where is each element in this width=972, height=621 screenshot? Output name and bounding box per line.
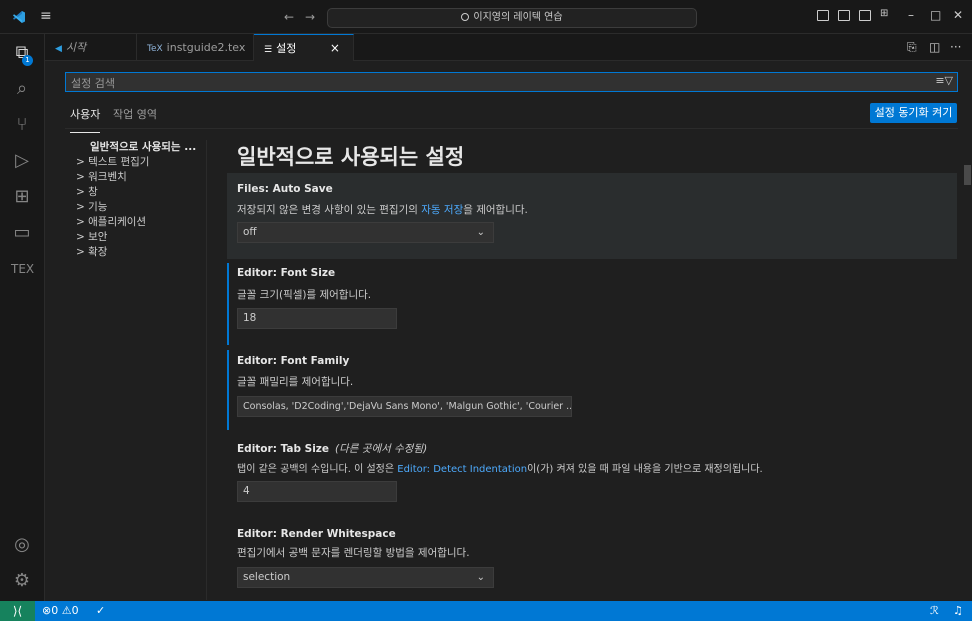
setting-font-size: Editor: Font Size 글꼴 크기(픽셀)를 제어합니다. 18 [227,263,957,345]
maximize-icon[interactable]: □ [930,8,941,22]
scrollbar-thumb[interactable] [964,165,971,185]
search-icon [461,13,470,21]
font-size-input[interactable]: 18 [237,308,397,329]
close-tab-icon[interactable]: × [330,41,340,55]
split-editor-icon[interactable]: ◫ [929,40,940,54]
warning-icon: ⚠ [61,604,72,617]
activity-bar: ⧉ 1 ⌕ ⑂ ▷ ⊞ ▭ TEX ◎ ⚙ [0,34,45,601]
toc-item-text-editor[interactable]: > 텍스트 편집기 [70,155,205,170]
setting-description: 탭이 같은 공백의 수입니다. 이 설정은 Editor: Detect Ind… [237,464,763,475]
render-whitespace-select[interactable]: selection ⌄ [237,567,494,588]
settings-file-icon: ☰ [264,45,273,55]
detect-indentation-link[interactable]: Editor: Detect Indentation [397,464,527,475]
setting-auto-save: Files: Auto Save 저장되지 않은 변경 사항이 있는 편집기의 … [227,173,957,259]
vscode-logo-icon: ◀ [55,44,62,54]
scope-divider [65,128,958,129]
remote-indicator-icon[interactable]: ⟩⟨ [0,601,35,621]
modified-elsewhere-note[interactable]: (다른 곳에서 수정됨) [335,443,427,455]
settings-sync-button[interactable]: 설정 동기화 켜기 [870,103,957,123]
menu-icon[interactable]: ≡ [40,8,52,24]
toggle-panel-icon[interactable] [838,10,850,21]
run-debug-icon[interactable]: ▷ [11,150,33,172]
toggle-secondary-sidebar-icon[interactable] [859,10,871,21]
tab-instguide2[interactable]: TeXinstguide2.tex ● [137,34,254,83]
title-bar: ≡ ← → 이지영의 레이텍 연습 ⊞ – □ ✕ [0,0,972,34]
tab-workspace-scope[interactable]: 작업 영역 [113,106,157,122]
accounts-live-icon[interactable]: ℛ [930,604,939,617]
editor-tab-bar: ◀시작 TeXinstguide2.tex ● ☰설정 × ⎘ ◫ ··· [45,34,972,83]
setting-render-whitespace: Editor: Render Whitespace 편집기에서 공백 문자를 렌… [227,524,957,594]
tex-file-icon: TeX [147,44,163,54]
toc-item-workbench[interactable]: > 워크벤치 [70,170,205,185]
command-center-search[interactable]: 이지영의 레이텍 연습 [327,8,697,28]
setting-tab-size: Editor: Tab Size (다른 곳에서 수정됨) 탭이 같은 공백의 수… [227,437,957,507]
toc-divider [206,140,207,600]
toc-item-common[interactable]: 일반적으로 사용되는 ... [70,140,205,155]
setting-title: Editor: Tab Size (다른 곳에서 수정됨) [237,443,428,455]
check-icon[interactable]: ✓ [96,604,105,617]
open-settings-json-icon[interactable]: ⎘ [907,40,917,55]
close-window-icon[interactable]: ✕ [953,8,963,22]
problems-status[interactable]: ⊗0 ⚠0 [42,604,79,617]
settings-toc: 일반적으로 사용되는 ... > 텍스트 편집기 > 워크벤치 > 창 > 기능… [70,140,205,260]
extensions-icon[interactable]: ⊞ [11,186,33,208]
setting-description: 글꼴 패밀리를 제어합니다. [237,376,354,388]
tab-size-input[interactable]: 4 [237,481,397,502]
notifications-icon[interactable]: ♫ [953,604,963,617]
toc-item-security[interactable]: > 보안 [70,230,205,245]
setting-title: Editor: Font Family [237,355,350,367]
setting-description: 저장되지 않은 변경 사항이 있는 편집기의 자동 저장을 제어합니다. [237,204,528,216]
back-arrow-icon[interactable]: ← [284,10,294,24]
status-bar: ⟩⟨ ⊗0 ⚠0 ✓ ℛ ♫ [0,601,972,621]
setting-description: 편집기에서 공백 문자를 렌더링할 방법을 제어합니다. [237,547,470,559]
tab-settings[interactable]: ☰ 설정 × [254,34,354,61]
chevron-down-icon: ⌄ [476,227,485,238]
auto-save-link[interactable]: 자동 저장 [421,204,463,216]
setting-font-family: Editor: Font Family 글꼴 패밀리를 제어합니다. Conso… [227,350,957,430]
modified-indicator [227,350,229,430]
setting-title: Editor: Render Whitespace [237,528,396,540]
customize-layout-icon[interactable]: ⊞ [880,8,888,19]
vscode-logo-icon [13,11,25,23]
account-icon[interactable]: ◎ [11,534,33,556]
error-icon: ⊗ [42,604,52,617]
forward-arrow-icon[interactable]: → [305,10,315,24]
tab-welcome[interactable]: ◀ 시작 [45,34,137,61]
setting-title: Editor: Font Size [237,267,336,279]
search-icon[interactable]: ⌕ [11,78,33,100]
section-title: 일반적으로 사용되는 설정 [237,145,465,169]
toc-item-extensions[interactable]: > 확장 [70,245,205,260]
toggle-primary-sidebar-icon[interactable] [817,10,829,21]
toc-item-window[interactable]: > 창 [70,185,205,200]
setting-description: 글꼴 크기(픽셀)를 제어합니다. [237,289,372,301]
explorer-badge: 1 [22,55,33,66]
tex-icon[interactable]: TEX [11,258,34,280]
manage-gear-icon[interactable]: ⚙ [11,570,33,592]
modified-indicator [227,263,229,345]
toc-item-features[interactable]: > 기능 [70,200,205,215]
auto-save-select[interactable]: off ⌄ [237,222,494,243]
source-control-icon[interactable]: ⑂ [11,114,33,136]
settings-search-input[interactable]: 설정 검색 ≡▽ [65,72,958,92]
filter-icon[interactable]: ≡▽ [935,74,953,87]
setting-title: Files: Auto Save [237,183,333,195]
remote-explorer-icon[interactable]: ▭ [11,222,33,244]
minimize-icon[interactable]: – [908,8,914,22]
more-actions-icon[interactable]: ··· [950,40,961,54]
font-family-input[interactable]: Consolas, 'D2Coding','DejaVu Sans Mono',… [237,396,572,417]
toc-item-application[interactable]: > 애플리케이션 [70,215,205,230]
chevron-down-icon: ⌄ [476,572,485,583]
